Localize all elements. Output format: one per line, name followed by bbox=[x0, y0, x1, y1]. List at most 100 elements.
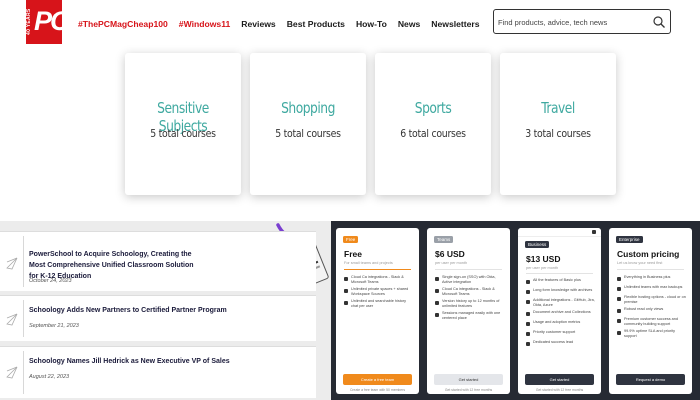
plan-footnote: Get started with 12 free months bbox=[444, 388, 493, 392]
plan-features: Single sign-on (SSO) with Okta, Active i… bbox=[435, 275, 505, 323]
get-started-button[interactable]: Get started bbox=[525, 374, 594, 385]
check-icon bbox=[617, 287, 621, 291]
check-icon bbox=[526, 290, 530, 294]
check-icon bbox=[344, 301, 348, 305]
plan-topbar bbox=[518, 228, 601, 237]
divider bbox=[23, 300, 24, 337]
plan-subtitle: per user per month bbox=[526, 266, 559, 270]
plan-feature: Unlimited private spaces + shared Worksp… bbox=[351, 287, 409, 296]
paper-plane-icon bbox=[6, 257, 18, 270]
logo-years-label: 40 YEARS bbox=[26, 8, 32, 36]
check-icon bbox=[617, 309, 621, 313]
check-icon bbox=[526, 280, 530, 284]
plan-feature: Robust read only views bbox=[624, 307, 664, 311]
plan-feature: Dedicated success lead bbox=[533, 340, 574, 344]
course-card-sports[interactable]: Sports 6 total courses bbox=[375, 53, 491, 195]
course-card-title: Sports bbox=[414, 99, 452, 117]
plan-feature: All the features of Basic plus bbox=[533, 278, 581, 282]
check-icon bbox=[435, 289, 439, 293]
plan-card-business: Business $13 USD per user per month All … bbox=[518, 228, 601, 394]
nav-item-best-products[interactable]: Best Products bbox=[287, 19, 345, 29]
plan-feature: Flexible hosting options - cloud or on p… bbox=[624, 295, 686, 304]
plan-subtitle: per user per month bbox=[435, 261, 468, 265]
nav-item-newsletters[interactable]: Newsletters bbox=[431, 19, 479, 29]
divider bbox=[435, 269, 502, 270]
plan-feature: Sessions managed easily with one centere… bbox=[442, 311, 501, 320]
plan-badge: Business bbox=[525, 241, 550, 248]
paper-plane-icon bbox=[6, 313, 18, 326]
check-icon bbox=[526, 312, 530, 316]
course-card-sensitive-subjects[interactable]: Sensitive Subjects 5 total courses bbox=[125, 53, 241, 195]
request-demo-button[interactable]: Request a demo bbox=[616, 374, 685, 385]
plan-feature: Priority customer support bbox=[533, 330, 576, 334]
get-started-button[interactable]: Get started bbox=[434, 374, 503, 385]
divider bbox=[344, 269, 411, 270]
course-card-count: 3 total courses bbox=[525, 127, 591, 140]
plan-feature: Premium customer success and community b… bbox=[624, 317, 679, 326]
plan-subtitle: Let us know your need first bbox=[617, 261, 663, 265]
plan-card-free: Free Free For small teams and projects C… bbox=[336, 228, 419, 394]
nav-item-how-to[interactable]: How-To bbox=[356, 19, 387, 29]
plan-name: $6 USD bbox=[435, 249, 465, 259]
course-card-travel[interactable]: Travel 3 total courses bbox=[500, 53, 616, 195]
plan-card-teams: Teams $6 USD per user per month Single s… bbox=[427, 228, 510, 394]
pcmag-logo[interactable]: 40 YEARS PC bbox=[26, 0, 69, 44]
check-icon bbox=[617, 331, 621, 335]
plan-subtitle: For small teams and projects bbox=[344, 261, 393, 265]
course-card-title: Travel bbox=[541, 99, 575, 117]
check-icon bbox=[526, 300, 530, 304]
nav-item-windows11[interactable]: #Windows11 bbox=[179, 19, 231, 29]
check-icon bbox=[617, 297, 621, 301]
nav-item-reviews[interactable]: Reviews bbox=[241, 19, 275, 29]
logo-text: PC bbox=[34, 6, 69, 36]
course-card-title: Shopping bbox=[281, 99, 335, 117]
check-icon bbox=[344, 289, 348, 293]
nav-item-cheap100[interactable]: #ThePCMagCheap100 bbox=[78, 19, 168, 29]
plan-badge: Teams bbox=[434, 236, 454, 243]
news-date: October 24, 2023 bbox=[29, 278, 72, 284]
plan-name: Free bbox=[344, 249, 362, 259]
course-card-shopping[interactable]: Shopping 5 total courses bbox=[250, 53, 366, 195]
create-free-team-button[interactable]: Create a free team bbox=[343, 374, 412, 385]
plan-feature: Single sign-on (SSO) with Okta, Active i… bbox=[442, 275, 496, 284]
main-nav: #ThePCMagCheap100 #Windows11 Reviews Bes… bbox=[78, 17, 480, 31]
check-icon bbox=[435, 277, 439, 281]
plan-feature: Unlimited and searchable history chat pe… bbox=[351, 299, 407, 308]
search-input[interactable] bbox=[498, 15, 648, 29]
plan-name: Custom pricing bbox=[617, 249, 680, 259]
news-title[interactable]: Schoology Adds New Partners to Certified… bbox=[29, 305, 289, 316]
news-title[interactable]: Schoology Names Jill Hedrick as New Exec… bbox=[29, 356, 289, 367]
check-icon bbox=[526, 342, 530, 346]
news-list: PowerSchool to Acquire Schoology, Creati… bbox=[0, 221, 332, 400]
pricing-section: Free Free For small teams and projects C… bbox=[331, 221, 700, 400]
list-item[interactable]: Schoology Adds New Partners to Certified… bbox=[0, 295, 316, 341]
site-header: 40 YEARS PC #ThePCMagCheap100 #Windows11… bbox=[0, 0, 700, 46]
search-box bbox=[493, 9, 671, 34]
course-card-count: 6 total courses bbox=[400, 127, 466, 140]
plan-badge: Enterprise bbox=[616, 236, 643, 243]
paper-plane-icon bbox=[6, 366, 18, 379]
plan-feature: Usage and adoption metrics bbox=[533, 320, 581, 324]
plan-card-enterprise: Enterprise Custom pricing Let us know yo… bbox=[609, 228, 692, 394]
plan-feature: Additional integrations - GitHub, Jira, … bbox=[533, 298, 595, 307]
check-icon bbox=[344, 277, 348, 281]
search-icon[interactable] bbox=[652, 15, 666, 29]
plan-footnote: Get started with 12 free months bbox=[535, 388, 584, 392]
divider bbox=[526, 273, 593, 274]
plan-feature: Cloud Ca integrations - Slack & Microsof… bbox=[351, 275, 404, 284]
check-icon bbox=[435, 301, 439, 305]
divider bbox=[23, 236, 24, 287]
plan-feature: Version history up to 12 months of unlim… bbox=[442, 299, 500, 308]
plan-feature: 99.9% uptime SLA and priority support bbox=[624, 329, 676, 338]
list-item[interactable]: PowerSchool to Acquire Schoology, Creati… bbox=[0, 231, 316, 291]
plan-features: Cloud Ca integrations - Slack & Microsof… bbox=[344, 275, 414, 311]
plan-feature: Unlimited teams with max backups bbox=[624, 285, 683, 289]
check-icon bbox=[617, 277, 621, 281]
plan-feature: Long form knowledge with archives bbox=[533, 288, 593, 292]
plan-name: $13 USD bbox=[526, 254, 561, 264]
nav-item-news[interactable]: News bbox=[398, 19, 420, 29]
plan-badge: Free bbox=[343, 236, 359, 243]
plan-footnote: Create a free team with 50 members bbox=[349, 388, 406, 392]
list-item[interactable]: Schoology Names Jill Hedrick as New Exec… bbox=[0, 346, 316, 398]
plan-feature: Everything in Business plus bbox=[624, 275, 671, 279]
